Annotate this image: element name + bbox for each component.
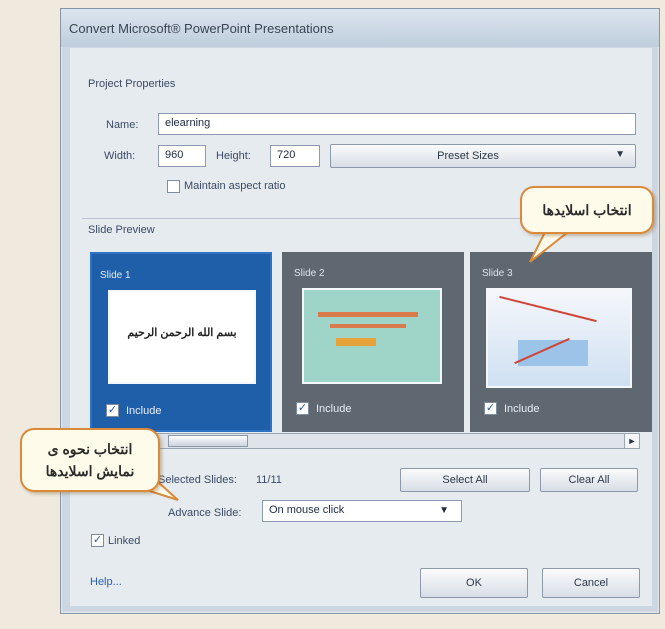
display-callout-line2: نمایش اسلایدها bbox=[45, 463, 135, 479]
display-callout-line1: انتخاب نحوه ی bbox=[47, 441, 133, 457]
display-callout: انتخاب نحوه ی نمایش اسلایدها bbox=[20, 428, 160, 492]
slides-callout-pointer bbox=[529, 231, 571, 263]
slides-callout: انتخاب اسلایدها bbox=[520, 186, 654, 234]
callout-pointers bbox=[136, 231, 571, 501]
